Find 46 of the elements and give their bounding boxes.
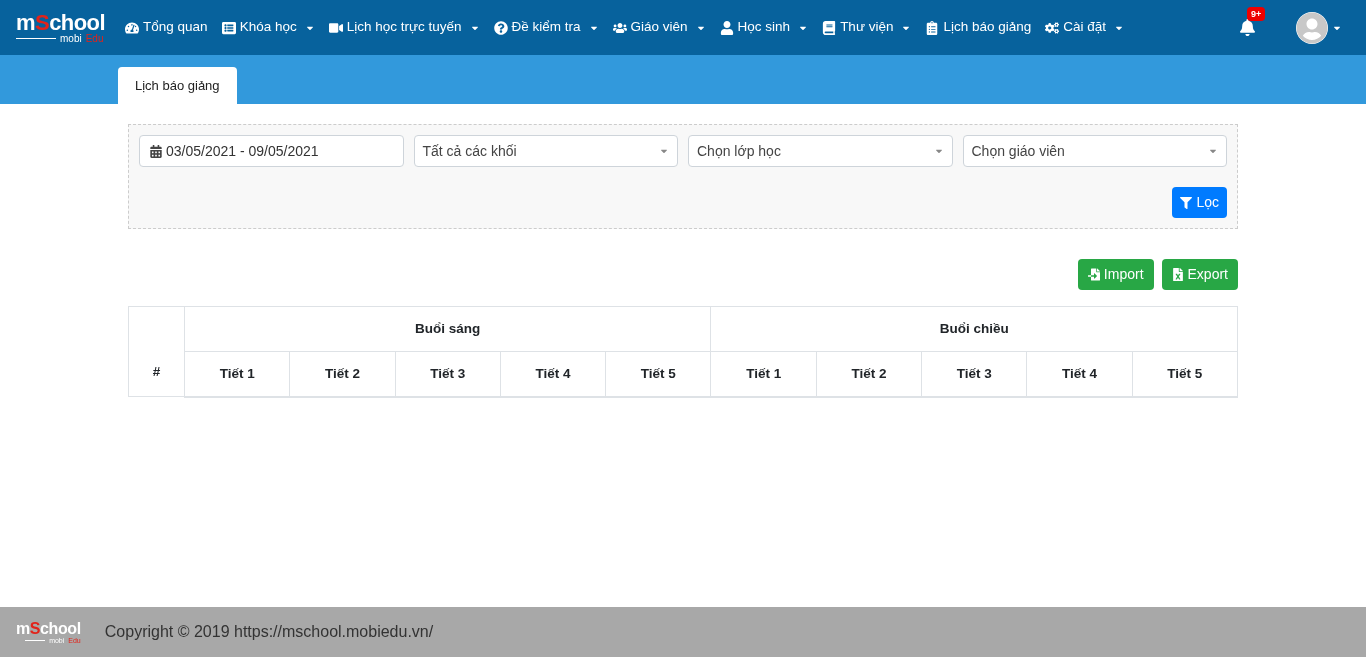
table-header: Tiết 3: [921, 351, 1027, 397]
table-header: Tiết 5: [1132, 351, 1238, 397]
select-field[interactable]: Tất cả các khối: [413, 135, 678, 167]
avatar-button[interactable]: [1296, 11, 1342, 44]
notification-badge: 9+: [1247, 7, 1266, 21]
nav-item[interactable]: Thư viện: [822, 17, 912, 38]
file-icon: [1171, 268, 1184, 281]
nav-item[interactable]: Giáo viên: [612, 17, 706, 38]
nav-item[interactable]: Học sinh: [719, 17, 809, 38]
nav-icon: [493, 20, 508, 35]
table-header: Tiết 2: [289, 351, 396, 397]
nav-item[interactable]: Đề kiểm tra: [493, 17, 599, 38]
nav-item[interactable]: Cài đặt: [1045, 17, 1125, 38]
notification-bell-icon[interactable]: [1239, 19, 1256, 36]
nav-item[interactable]: Tổng quan: [125, 17, 208, 38]
nav-icon: [612, 20, 627, 35]
nav-icon: [328, 20, 343, 35]
mschool-logo: mSchool mobi Edu: [16, 11, 106, 44]
table-header: Buổi sáng: [184, 306, 711, 352]
select-field[interactable]: Chọn lớp học: [688, 135, 953, 167]
copyright-text: Copyright © 2019 https://mschool.mobiedu.vn/: [104, 622, 434, 642]
filter-icon: [1180, 196, 1193, 209]
nav-icon: [925, 20, 940, 35]
table-header: Tiết 2: [816, 351, 922, 397]
nav-icon: [719, 20, 734, 35]
table-header: Tiết 4: [500, 351, 606, 397]
table-header: #: [128, 306, 185, 397]
nav-icon: [822, 20, 837, 35]
nav-icon: [221, 20, 236, 35]
nav-icon: [1045, 20, 1060, 35]
calendar-icon: [150, 144, 162, 158]
date-range-field[interactable]: 03/05/2021 - 09/05/2021: [139, 135, 404, 167]
table-header: Tiết 3: [395, 351, 501, 397]
table-header: Tiết 1: [711, 351, 817, 397]
nav-icon: [125, 20, 140, 35]
select-field[interactable]: Chọn giáo viên: [962, 135, 1227, 167]
nav-item[interactable]: Lịch học trực tuyến: [328, 17, 480, 38]
tab[interactable]: Lịch báo giảng: [118, 67, 237, 104]
nav-item[interactable]: Lịch báo giảng: [925, 17, 1032, 38]
table-header: Tiết 1: [184, 351, 290, 397]
nav-item[interactable]: Khóa học: [221, 17, 315, 38]
file-icon: [1087, 268, 1100, 281]
filter-button[interactable]: Lọc: [1172, 187, 1227, 218]
table-header: Buổi chiều: [711, 306, 1238, 352]
table-header: Tiết 4: [1026, 351, 1133, 397]
table-header: Tiết 5: [605, 351, 711, 397]
